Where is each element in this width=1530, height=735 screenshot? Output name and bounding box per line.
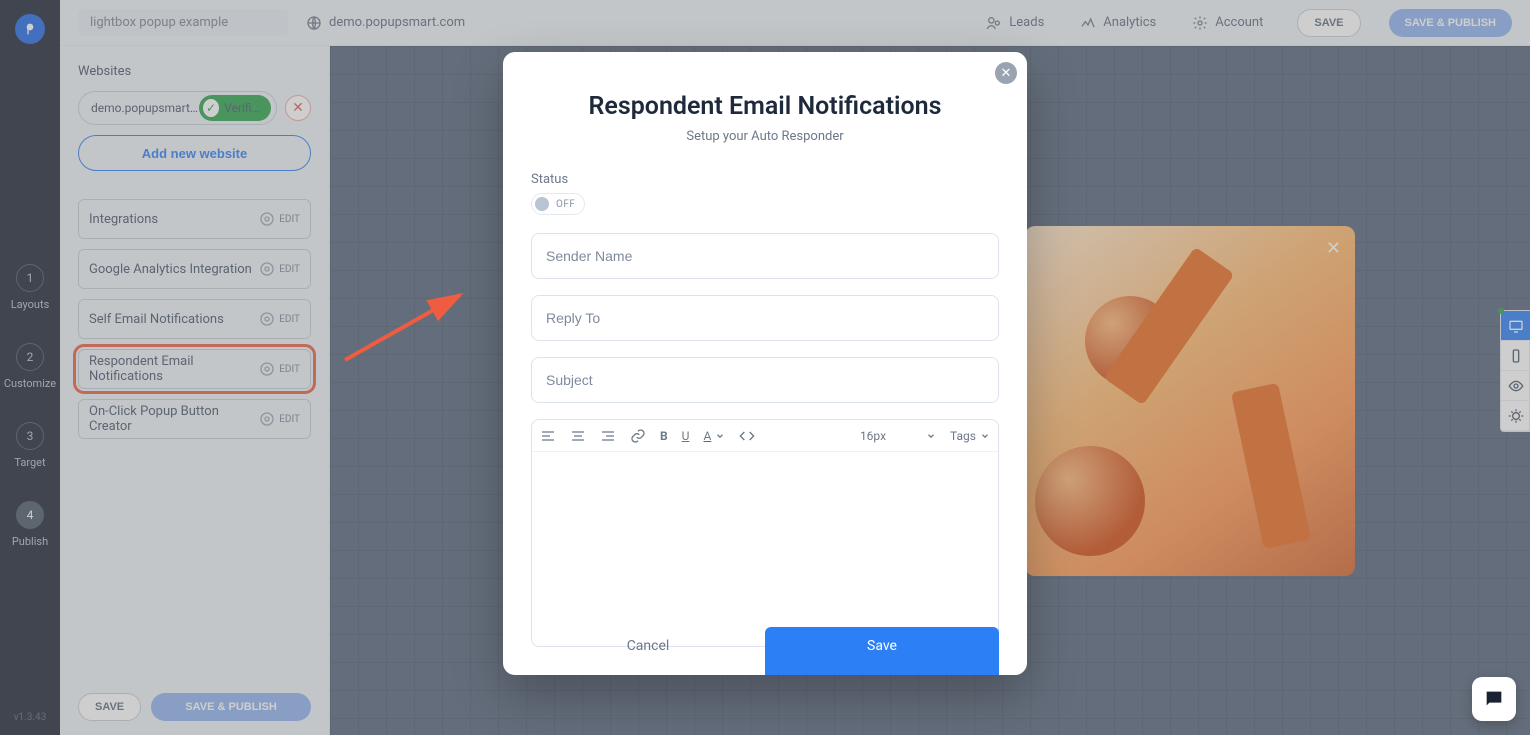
toggle-state: OFF (556, 199, 575, 210)
chat-widget[interactable] (1472, 677, 1516, 721)
modal-title: Respondent Email Notifications (531, 92, 999, 121)
subject-input[interactable] (531, 357, 999, 403)
reply-to-input[interactable] (531, 295, 999, 341)
link-icon[interactable] (630, 428, 646, 444)
chevron-down-icon (980, 431, 990, 441)
close-button[interactable]: ✕ (995, 62, 1017, 84)
modal-subtitle: Setup your Auto Responder (531, 129, 999, 144)
toggle-knob (535, 197, 549, 211)
status-label: Status (531, 172, 999, 187)
status-toggle[interactable]: OFF (531, 193, 585, 215)
chevron-down-icon (715, 431, 725, 441)
align-center-icon[interactable] (570, 428, 586, 444)
tags-select[interactable]: Tags (950, 429, 990, 443)
chevron-down-icon (926, 431, 936, 441)
font-size-select[interactable]: 16px (860, 429, 936, 443)
text-color-button[interactable]: A (703, 429, 725, 443)
rich-text-editor: B U A 16px Tags (531, 419, 999, 647)
email-body-textarea[interactable] (532, 452, 998, 642)
chat-icon (1483, 688, 1505, 710)
bold-button[interactable]: B (660, 429, 668, 443)
sender-name-input[interactable] (531, 233, 999, 279)
align-left-icon[interactable] (540, 428, 556, 444)
code-icon[interactable] (739, 428, 755, 444)
align-right-icon[interactable] (600, 428, 616, 444)
modal-save-button[interactable]: Save (765, 627, 999, 675)
underline-button[interactable]: U (682, 429, 690, 443)
respondent-email-modal: ✕ Respondent Email Notifications Setup y… (503, 52, 1027, 675)
editor-toolbar: B U A 16px Tags (532, 420, 998, 452)
cancel-button[interactable]: Cancel (531, 627, 765, 675)
